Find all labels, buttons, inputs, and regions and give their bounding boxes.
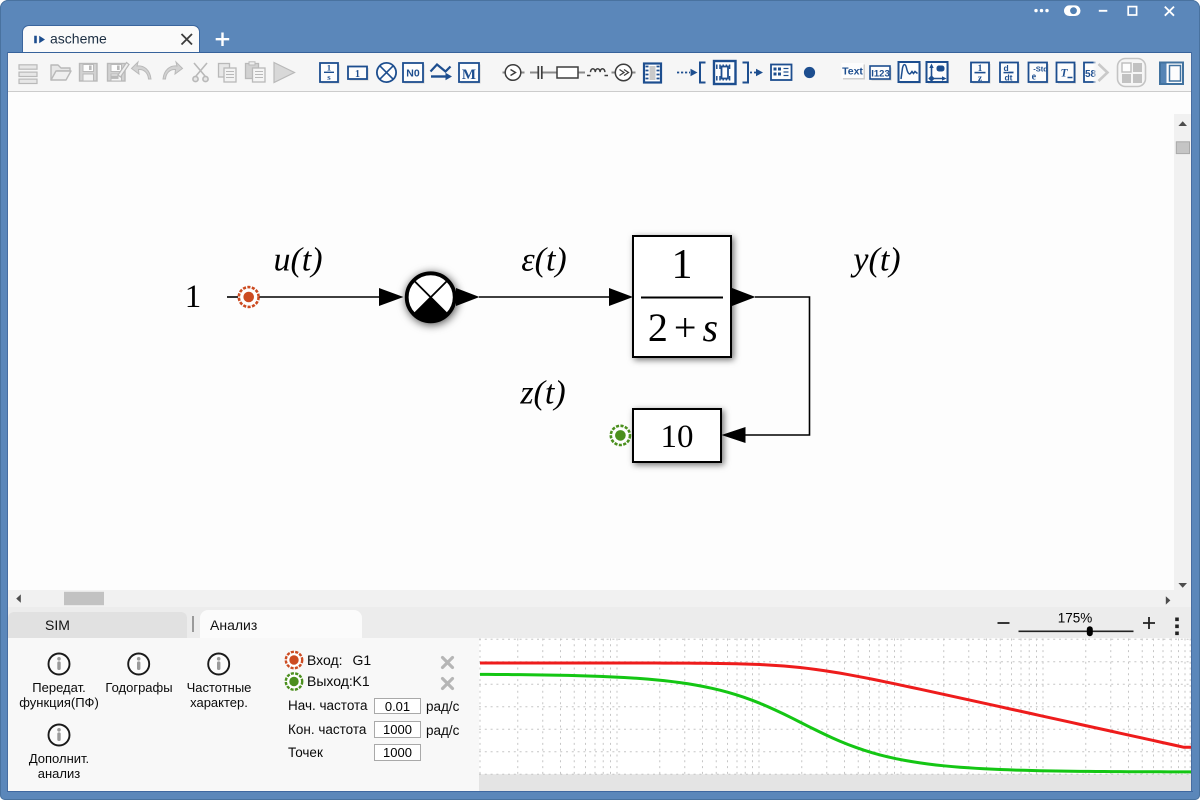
svg-text:175%: 175% bbox=[1058, 611, 1093, 626]
